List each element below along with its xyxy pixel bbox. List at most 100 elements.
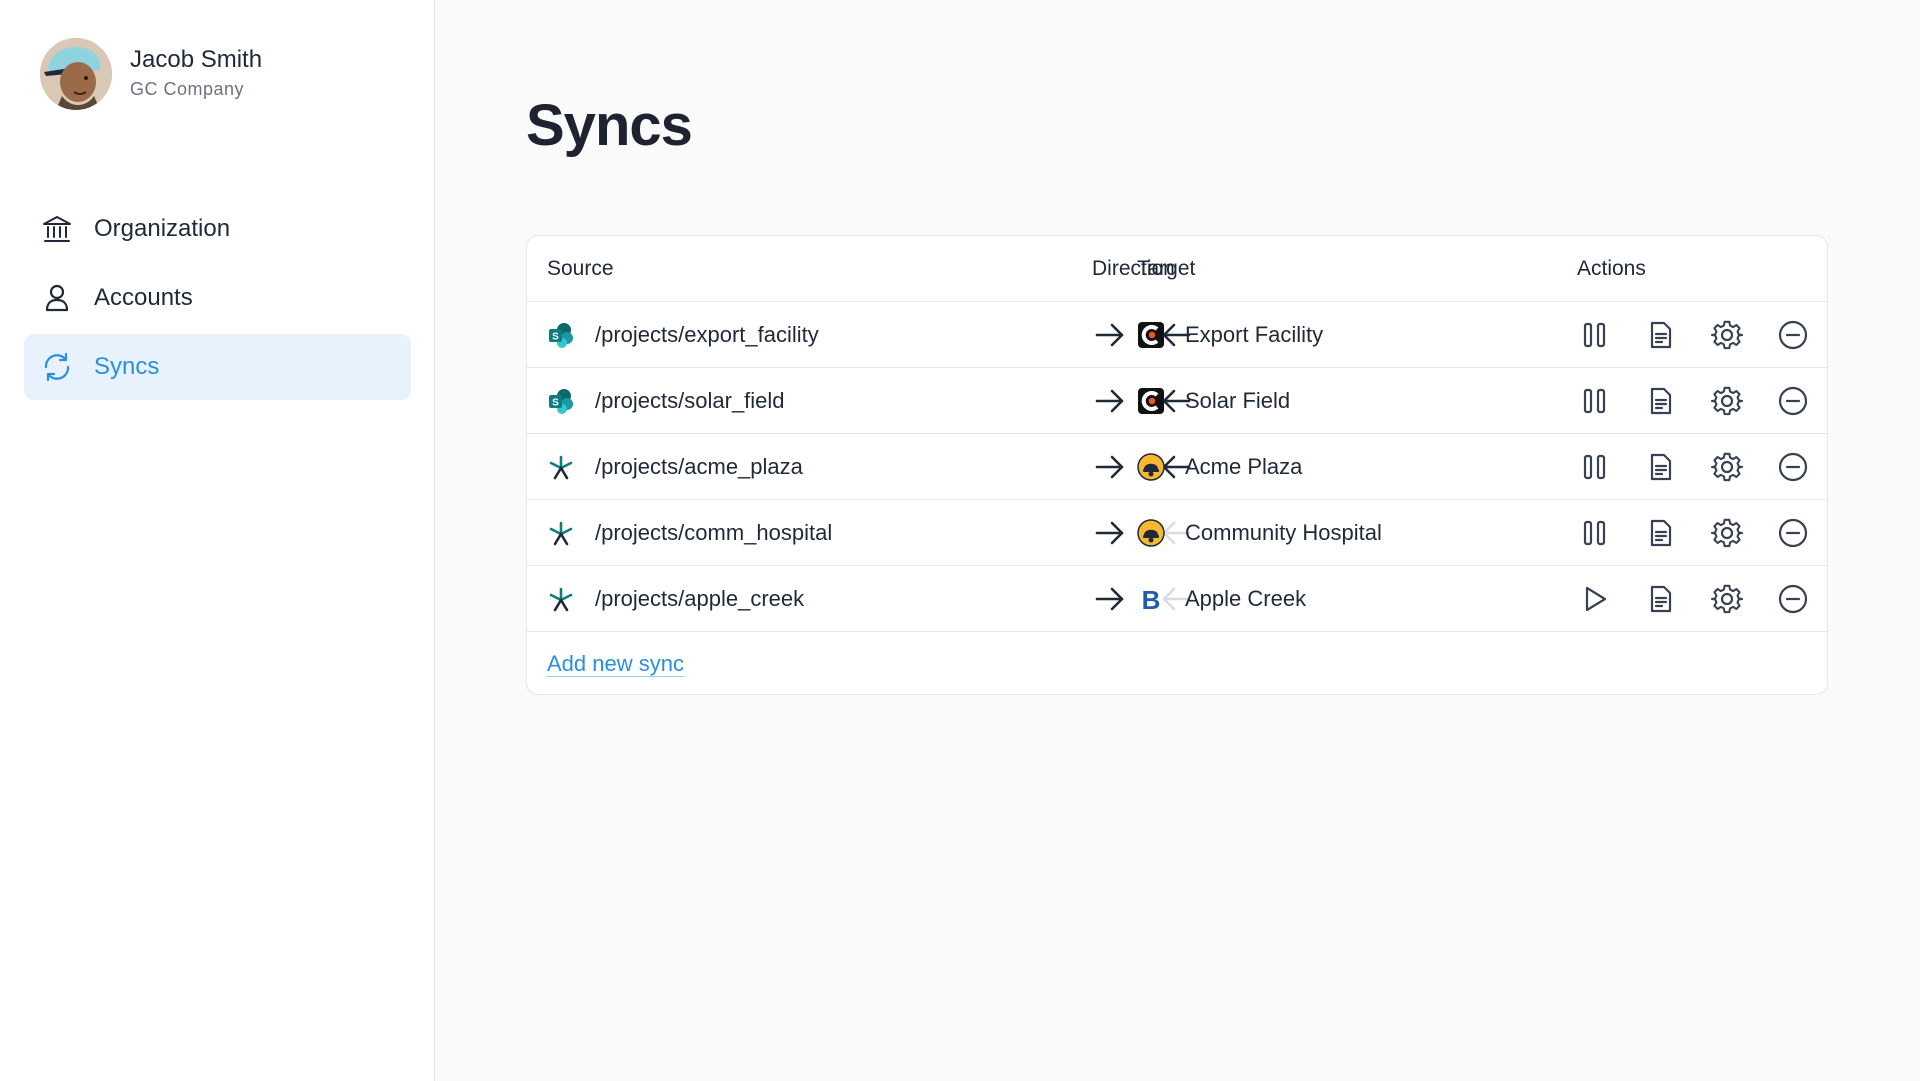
arrow-right-icon[interactable] — [1092, 515, 1128, 551]
hardhat-icon — [1137, 518, 1165, 547]
target-cell: Export Facility — [1137, 302, 1323, 367]
actions-cell — [1577, 566, 1811, 631]
table-row: /projects/acme_plaza Acme Plaza — [527, 434, 1827, 500]
source-cell: S /projects/export_facility — [547, 302, 819, 367]
hardhat-icon — [1137, 452, 1165, 481]
source-cell: S /projects/solar_field — [547, 368, 785, 433]
target-name: Community Hospital — [1185, 519, 1382, 545]
pause-button[interactable] — [1577, 515, 1613, 551]
pause-button[interactable] — [1577, 383, 1613, 419]
user-company: GC Company — [130, 79, 245, 99]
profile-text: Jacob Smith GC Company — [130, 45, 262, 103]
logs-button[interactable] — [1643, 515, 1679, 551]
settings-button[interactable] — [1709, 515, 1745, 551]
remove-button[interactable] — [1775, 515, 1811, 551]
settings-button[interactable] — [1709, 449, 1745, 485]
minus-circle-icon — [1777, 583, 1809, 615]
minus-circle-icon — [1777, 319, 1809, 351]
settings-button[interactable] — [1709, 581, 1745, 617]
target-cell: B Apple Creek — [1137, 566, 1306, 631]
arrow-right-icon[interactable] — [1092, 383, 1128, 419]
remove-button[interactable] — [1775, 581, 1811, 617]
bank-icon — [40, 212, 74, 246]
arrow-right-icon[interactable] — [1092, 581, 1128, 617]
target-name: Solar Field — [1185, 387, 1291, 413]
syncs-table: Source Direction Target Actions S /proje… — [526, 235, 1828, 695]
user-name: Jacob Smith — [130, 46, 263, 73]
source-path: /projects/solar_field — [595, 387, 785, 413]
play-button[interactable] — [1577, 581, 1613, 617]
pause-icon — [1580, 320, 1610, 350]
actions-cell — [1577, 500, 1811, 565]
source-path: /projects/export_facility — [595, 321, 819, 347]
sidebar-item-organization[interactable]: Organization — [24, 196, 411, 262]
gear-icon — [1711, 451, 1743, 483]
pause-button[interactable] — [1577, 317, 1613, 353]
target-name: Apple Creek — [1185, 585, 1307, 611]
table-header: Source Direction Target Actions — [527, 236, 1827, 302]
settings-button[interactable] — [1709, 317, 1745, 353]
table-row: /projects/apple_creek B Apple Creek — [527, 566, 1827, 632]
column-header-target: Target — [1137, 257, 1196, 280]
sharepoint-icon: S — [547, 387, 575, 415]
sharepoint-icon: S — [547, 321, 575, 349]
logs-button[interactable] — [1643, 383, 1679, 419]
target-name: Export Facility — [1185, 321, 1324, 347]
logs-button[interactable] — [1643, 317, 1679, 353]
actions-cell — [1577, 434, 1811, 499]
gear-icon — [1711, 385, 1743, 417]
document-icon — [1646, 320, 1676, 350]
autodesk-icon — [547, 585, 575, 613]
pause-icon — [1580, 518, 1610, 548]
sidebar-item-syncs[interactable]: Syncs — [24, 334, 411, 400]
user-profile[interactable]: Jacob Smith GC Company — [40, 38, 262, 110]
pause-button[interactable] — [1577, 449, 1613, 485]
document-icon — [1646, 518, 1676, 548]
document-icon — [1646, 452, 1676, 482]
logs-button[interactable] — [1643, 581, 1679, 617]
actions-cell — [1577, 368, 1811, 433]
source-cell: /projects/apple_creek — [547, 566, 804, 631]
main-content: Syncs Source Direction Target Actions S … — [435, 0, 1920, 1081]
table-row: S /projects/export_facility Export Facil… — [527, 302, 1827, 368]
column-header-source: Source — [547, 257, 614, 280]
actions-cell — [1577, 302, 1811, 367]
gear-icon — [1711, 517, 1743, 549]
document-icon — [1646, 584, 1676, 614]
page-title: Syncs — [526, 93, 693, 158]
svg-text:B: B — [1142, 585, 1161, 613]
sync-icon — [40, 350, 74, 384]
sidebar-item-label: Accounts — [94, 284, 193, 311]
minus-circle-icon — [1777, 451, 1809, 483]
table-body: S /projects/export_facility Export Facil… — [527, 302, 1827, 632]
target-cell: Community Hospital — [1137, 500, 1382, 565]
sidebar-item-accounts[interactable]: Accounts — [24, 265, 411, 331]
remove-button[interactable] — [1775, 317, 1811, 353]
target-name: Acme Plaza — [1185, 453, 1303, 479]
gear-icon — [1711, 583, 1743, 615]
arrow-right-icon[interactable] — [1092, 449, 1128, 485]
remove-button[interactable] — [1775, 383, 1811, 419]
add-new-sync-link[interactable]: Add new sync — [547, 652, 684, 677]
settings-button[interactable] — [1709, 383, 1745, 419]
procore-icon — [1137, 321, 1165, 349]
table-footer: Add new sync — [527, 632, 1827, 694]
source-cell: /projects/acme_plaza — [547, 434, 803, 499]
pause-icon — [1580, 452, 1610, 482]
remove-button[interactable] — [1775, 449, 1811, 485]
sidebar-nav: Organization Accounts Syncs — [24, 196, 411, 403]
source-path: /projects/comm_hospital — [595, 519, 833, 545]
column-header-actions: Actions — [1577, 257, 1646, 280]
source-path: /projects/apple_creek — [595, 585, 805, 611]
sidebar-item-label: Organization — [94, 215, 231, 242]
pause-icon — [1580, 386, 1610, 416]
svg-text:S: S — [552, 331, 559, 342]
logs-button[interactable] — [1643, 449, 1679, 485]
arrow-right-icon[interactable] — [1092, 317, 1128, 353]
minus-circle-icon — [1777, 517, 1809, 549]
source-cell: /projects/comm_hospital — [547, 500, 832, 565]
svg-text:S: S — [552, 397, 559, 408]
avatar — [40, 38, 112, 110]
play-icon — [1580, 584, 1610, 614]
minus-circle-icon — [1777, 385, 1809, 417]
